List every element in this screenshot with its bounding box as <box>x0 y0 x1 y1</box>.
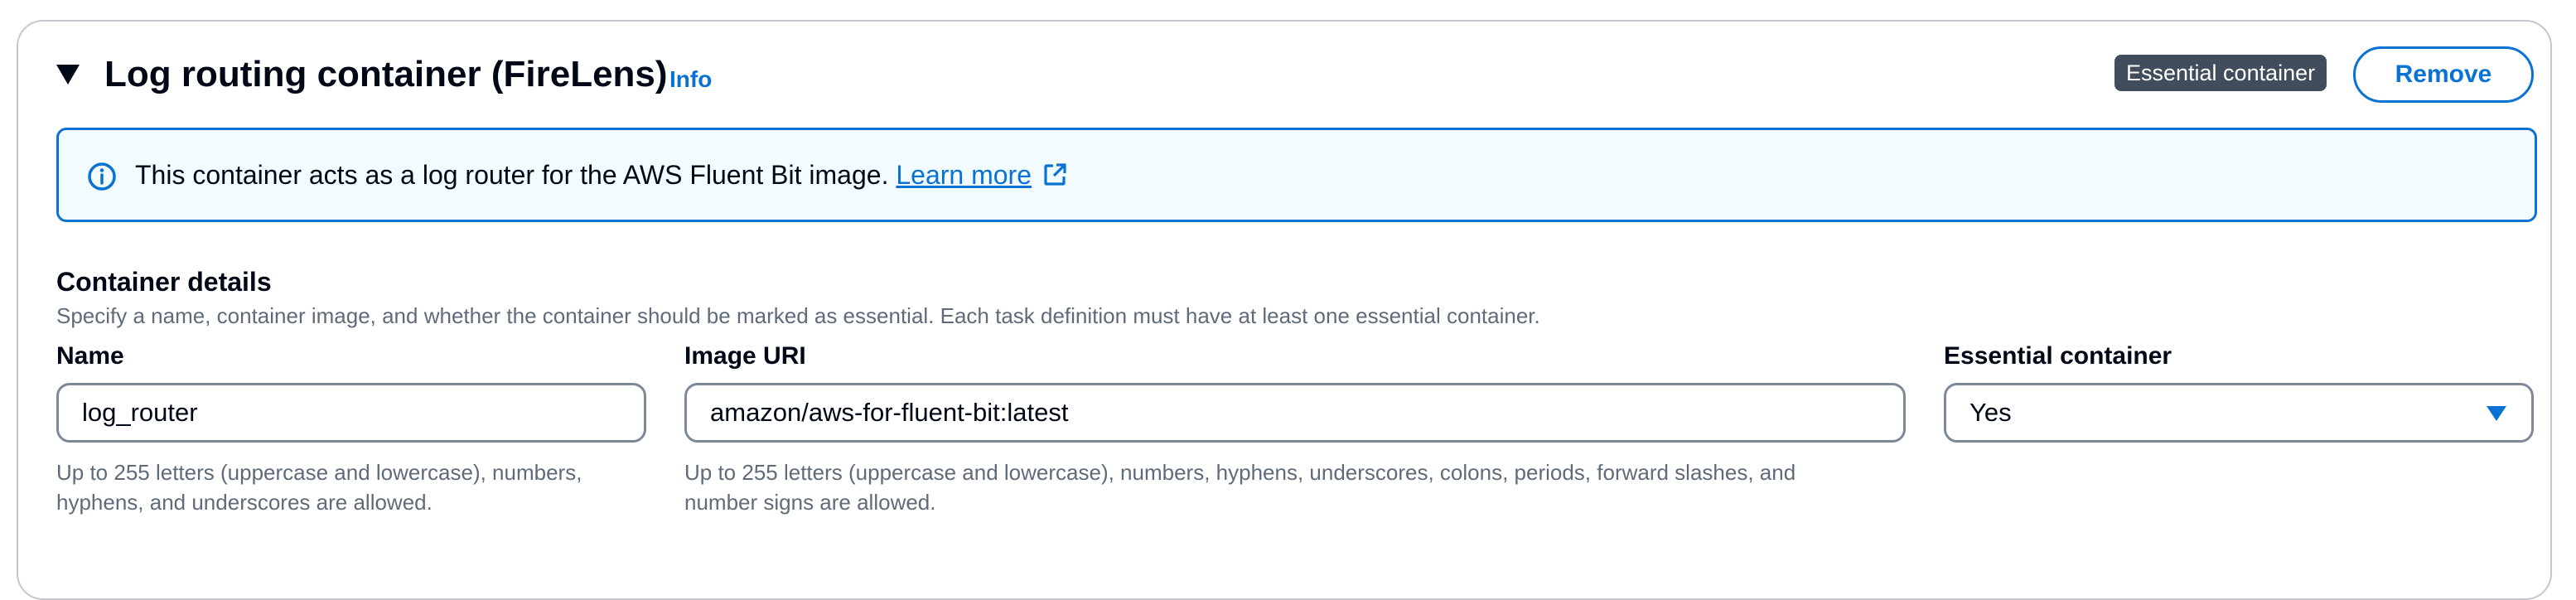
log-routing-container-panel: Log routing container (FireLens) Info Es… <box>17 20 2552 600</box>
image-uri-hint-line-2: number signs are allowed. <box>684 490 936 515</box>
learn-more-link[interactable]: Learn more <box>896 160 1032 190</box>
external-link-icon[interactable] <box>1042 162 1067 187</box>
essential-container-label: Essential container <box>1944 342 2172 370</box>
image-uri-input[interactable]: amazon/aws-for-fluent-bit:latest <box>684 383 1906 443</box>
name-label: Name <box>56 342 124 370</box>
alert-message: This container acts as a log router for … <box>135 158 1067 191</box>
image-uri-hint: Up to 255 letters (uppercase and lowerca… <box>684 457 1795 517</box>
remove-button[interactable]: Remove <box>2353 46 2534 103</box>
alert-text: This container acts as a log router for … <box>135 160 889 190</box>
essential-container-select[interactable]: Yes <box>1944 383 2534 443</box>
container-details-description: Specify a name, container image, and whe… <box>56 303 1540 328</box>
name-hint-line-1: Up to 255 letters (uppercase and lowerca… <box>56 460 582 485</box>
collapse-caret-icon[interactable] <box>56 65 80 85</box>
image-uri-label: Image URI <box>684 342 806 370</box>
info-circle-icon <box>88 162 116 191</box>
panel-header: Log routing container (FireLens) Info Es… <box>18 22 2550 129</box>
name-hint-line-2: hyphens, and underscores are allowed. <box>56 490 433 515</box>
container-details-heading: Container details <box>56 267 272 297</box>
name-input[interactable]: log_router <box>56 383 646 443</box>
name-hint: Up to 255 letters (uppercase and lowerca… <box>56 457 582 517</box>
dropdown-caret-icon <box>2487 406 2506 421</box>
essential-container-badge: Essential container <box>2114 55 2327 91</box>
info-alert: This container acts as a log router for … <box>56 128 2537 222</box>
info-link[interactable]: Info <box>669 66 712 93</box>
image-uri-hint-line-1: Up to 255 letters (uppercase and lowerca… <box>684 460 1796 485</box>
panel-title: Log routing container (FireLens) <box>104 54 668 94</box>
essential-container-value: Yes <box>1969 398 2012 427</box>
